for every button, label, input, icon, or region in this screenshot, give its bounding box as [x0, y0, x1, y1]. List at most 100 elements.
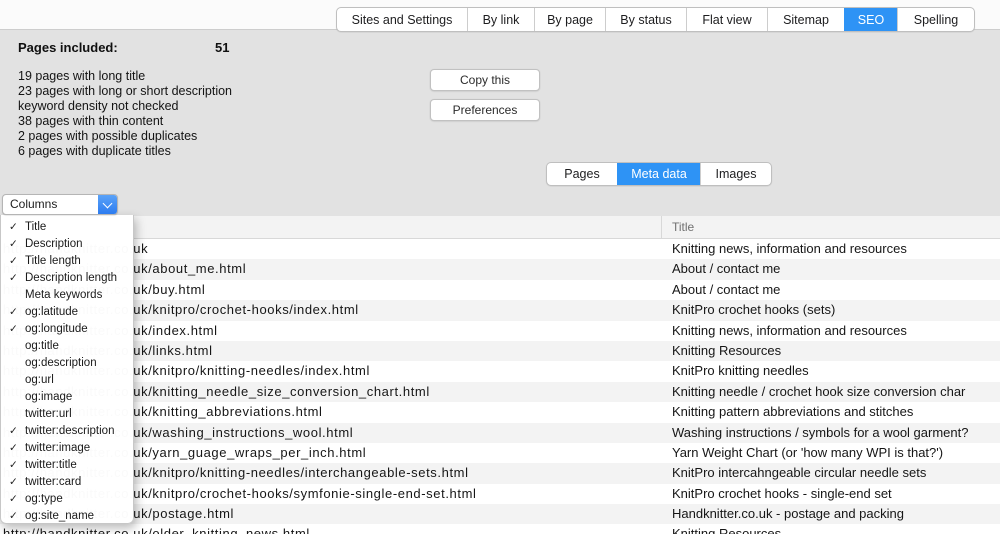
menu-item-label: og:type [24, 493, 63, 505]
columns-popup-label: Columns [10, 195, 57, 214]
menu-item-label: Meta keywords [24, 289, 102, 301]
title-cell: Knitting pattern abbreviations and stitc… [672, 402, 913, 422]
title-column-header[interactable]: Title [672, 216, 694, 238]
menu-item-label: og:title [24, 340, 59, 352]
menu-item-title[interactable]: ✓Title [1, 218, 133, 235]
columns-menu: ✓Title ✓Description ✓Title length ✓Descr… [0, 215, 134, 524]
table-row[interactable]: http://handknitter.co.uk/buy.htmlAbout /… [0, 280, 1000, 300]
title-cell: KnitPro intercahngeable circular needle … [672, 463, 926, 483]
stat-line-thin-content: 38 pages with thin content [18, 114, 232, 129]
tab-by-page[interactable]: By page [534, 8, 605, 31]
menu-item-og-description[interactable]: og:description [1, 354, 133, 371]
table-row[interactable]: http://handknitter.co.uk/knitting_needle… [0, 382, 1000, 402]
stat-line-possible-duplicates: 2 pages with possible duplicates [18, 129, 232, 144]
tab-seo[interactable]: SEO [844, 8, 897, 31]
preferences-button[interactable]: Preferences [430, 99, 540, 121]
check-icon: ✓ [1, 442, 24, 454]
stat-line-keyword-density: keyword density not checked [18, 99, 232, 114]
check-icon: ✓ [1, 476, 24, 488]
table-row[interactable]: http://handknitter.co.uk/washing_instruc… [0, 423, 1000, 443]
chevron-down-icon [103, 199, 113, 209]
copy-this-button[interactable]: Copy this [430, 69, 540, 91]
menu-item-label: twitter:url [24, 408, 72, 420]
menu-item-og-title[interactable]: og:title [1, 337, 133, 354]
table-row[interactable]: http://handknitter.co.uk/knitpro/knittin… [0, 463, 1000, 483]
table-row[interactable]: http://handknitter.co.uk/knitting_abbrev… [0, 402, 1000, 422]
view-tab-pages[interactable]: Pages [547, 163, 617, 185]
menu-item-description[interactable]: ✓Description [1, 235, 133, 252]
menu-item-label: twitter:image [24, 442, 90, 454]
view-tab-meta-data[interactable]: Meta data [617, 163, 700, 185]
menu-item-og-site-name[interactable]: ✓og:site_name [1, 507, 133, 524]
menu-item-label: twitter:title [24, 459, 77, 471]
menu-item-label: Description [24, 238, 83, 250]
menu-item-og-latitude[interactable]: ✓og:latitude [1, 303, 133, 320]
pages-included-value: 51 [215, 40, 229, 55]
title-cell: About / contact me [672, 280, 780, 300]
table-row[interactable]: http://handknitter.co.uk/about_me.htmlAb… [0, 259, 1000, 279]
tab-by-status[interactable]: By status [605, 8, 686, 31]
seo-summary-list: 19 pages with long title 23 pages with l… [18, 69, 232, 159]
menu-item-twitter-image[interactable]: ✓twitter:image [1, 439, 133, 456]
pages-included-label: Pages included: [18, 40, 118, 55]
menu-item-twitter-card[interactable]: ✓twitter:card [1, 473, 133, 490]
table-rows: http://handknitter.co.ukKnitting news, i… [0, 239, 1000, 534]
table-row[interactable]: http://handknitter.co.uk/links.htmlKnitt… [0, 341, 1000, 361]
menu-item-label: twitter:card [24, 476, 81, 488]
menu-item-twitter-title[interactable]: ✓twitter:title [1, 456, 133, 473]
menu-item-label: og:latitude [24, 306, 78, 318]
title-cell: About / contact me [672, 259, 780, 279]
tab-by-link[interactable]: By link [467, 8, 534, 31]
title-cell: KnitPro crochet hooks (sets) [672, 300, 835, 320]
view-tab-images[interactable]: Images [700, 163, 771, 185]
check-icon: ✓ [1, 255, 24, 267]
check-icon: ✓ [1, 425, 24, 437]
stat-line-long-title: 19 pages with long title [18, 69, 232, 84]
tab-flat-view[interactable]: Flat view [686, 8, 767, 31]
table-row[interactable]: http://handknitter.co.uk/older_knitting_… [0, 524, 1000, 534]
table-row[interactable]: http://handknitter.co.uk/index.htmlKnitt… [0, 321, 1000, 341]
title-cell: Knitting news, information and resources [672, 321, 907, 341]
table-row[interactable]: http://handknitter.co.uk/knitpro/crochet… [0, 484, 1000, 504]
title-cell: Knitting news, information and resources [672, 239, 907, 259]
view-tab-bar: Pages Meta data Images [546, 162, 772, 186]
title-cell: Knitting Resources [672, 524, 781, 534]
column-divider[interactable] [661, 216, 662, 238]
title-cell: Knitting Resources [672, 341, 781, 361]
table-row[interactable]: http://handknitter.co.uk/postage.htmlHan… [0, 504, 1000, 524]
tab-spelling[interactable]: Spelling [897, 8, 974, 31]
menu-item-title-length[interactable]: ✓Title length [1, 252, 133, 269]
stat-line-duplicate-titles: 6 pages with duplicate titles [18, 144, 232, 159]
table-row[interactable]: http://handknitter.co.uk/knitpro/knittin… [0, 361, 1000, 381]
table-row[interactable]: http://handknitter.co.uk/yarn_guage_wrap… [0, 443, 1000, 463]
menu-item-label: Title [24, 221, 46, 233]
url-cell: http://handknitter.co.uk/older_knitting_… [3, 524, 310, 534]
menu-item-label: og:longitude [24, 323, 88, 335]
tab-sites-and-settings[interactable]: Sites and Settings [337, 8, 467, 31]
table-row[interactable]: http://handknitter.co.ukKnitting news, i… [0, 239, 1000, 259]
check-icon: ✓ [1, 221, 24, 233]
menu-item-meta-keywords[interactable]: Meta keywords [1, 286, 133, 303]
app-window: Sites and Settings By link By page By st… [0, 0, 1000, 534]
columns-popup-button[interactable]: Columns [2, 194, 118, 215]
check-icon: ✓ [1, 238, 24, 250]
menu-item-twitter-description[interactable]: ✓twitter:description [1, 422, 133, 439]
tab-sitemap[interactable]: Sitemap [767, 8, 844, 31]
menu-item-og-image[interactable]: og:image [1, 388, 133, 405]
title-cell: Handknitter.co.uk - postage and packing [672, 504, 904, 524]
check-icon: ✓ [1, 493, 24, 505]
table-header[interactable]: Title [0, 216, 1000, 239]
popup-cap[interactable] [98, 195, 117, 214]
check-icon: ✓ [1, 510, 24, 522]
menu-item-label: og:image [24, 391, 72, 403]
check-icon: ✓ [1, 272, 24, 284]
menu-item-label: og:description [24, 357, 97, 369]
check-icon: ✓ [1, 323, 24, 335]
menu-item-twitter-url[interactable]: twitter:url [1, 405, 133, 422]
menu-item-og-type[interactable]: ✓og:type [1, 490, 133, 507]
menu-item-og-url[interactable]: og:url [1, 371, 133, 388]
menu-item-description-length[interactable]: ✓Description length [1, 269, 133, 286]
table-row[interactable]: http://handknitter.co.uk/knitpro/crochet… [0, 300, 1000, 320]
meta-data-table: Title http://handknitter.co.ukKnitting n… [0, 216, 1000, 534]
menu-item-og-longitude[interactable]: ✓og:longitude [1, 320, 133, 337]
